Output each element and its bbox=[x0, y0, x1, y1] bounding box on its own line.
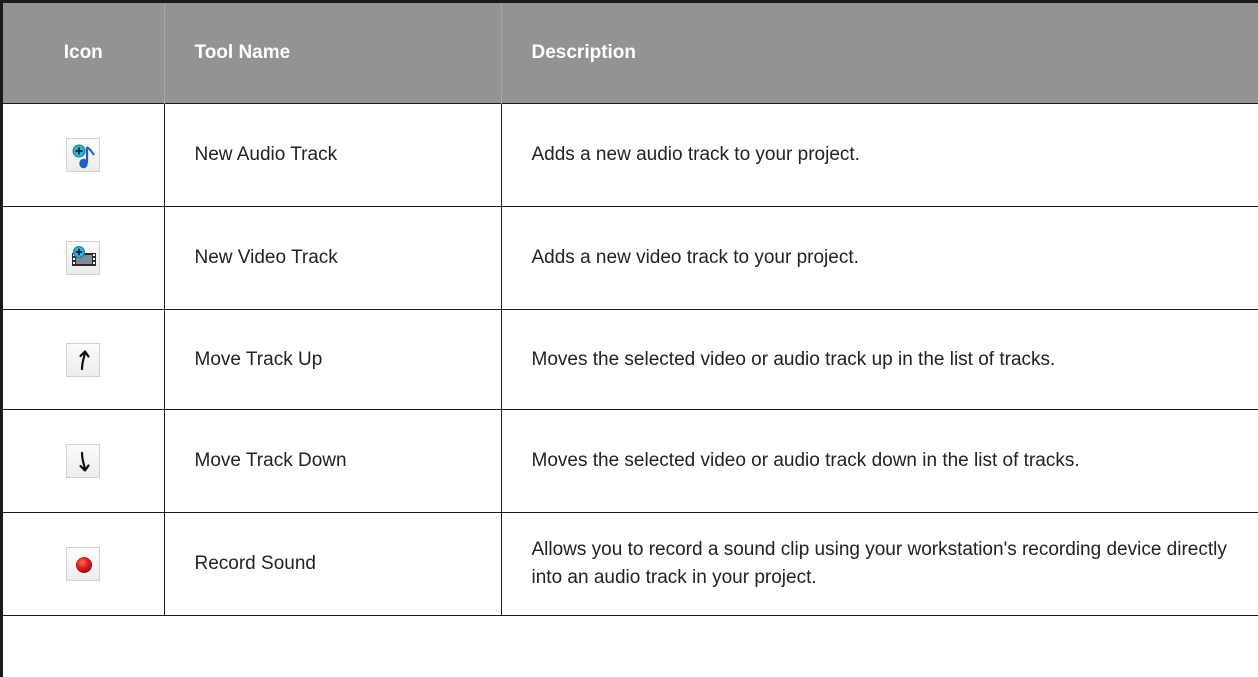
tool-table-frame: Icon Tool Name Description New Audio Tra… bbox=[0, 0, 1258, 677]
tool-name: New Audio Track bbox=[194, 144, 338, 165]
new-audio-track-icon bbox=[66, 138, 101, 172]
tool-description: Moves the selected video or audio track … bbox=[531, 348, 1056, 370]
record-sound-icon bbox=[66, 547, 101, 581]
tool-name: Move Track Up bbox=[194, 348, 323, 370]
tool-table: Icon Tool Name Description New Audio Tra… bbox=[3, 3, 1258, 616]
header-description: Description bbox=[501, 3, 1258, 104]
tool-description: Adds a new audio track to your project. bbox=[531, 144, 860, 165]
table-header-row: Icon Tool Name Description bbox=[3, 3, 1258, 104]
table-row: New Video Track Adds a new video track t… bbox=[3, 206, 1258, 310]
table-row: Move Track Up Moves the selected video o… bbox=[3, 309, 1258, 410]
header-tool-name: Tool Name bbox=[164, 3, 502, 104]
header-icon: Icon bbox=[3, 3, 165, 104]
tool-description: Moves the selected video or audio track … bbox=[531, 450, 1080, 471]
move-track-up-icon bbox=[66, 342, 101, 377]
tool-name: Move Track Down bbox=[194, 450, 347, 471]
new-video-track-icon bbox=[66, 241, 101, 275]
tool-name: New Video Track bbox=[194, 247, 338, 268]
table-row: Record Sound Allows you to record a soun… bbox=[3, 512, 1258, 616]
table-row: Move Track Down Moves the selected video… bbox=[3, 409, 1258, 513]
table-row: New Audio Track Adds a new audio track t… bbox=[3, 103, 1258, 207]
move-track-down-icon bbox=[66, 444, 101, 478]
tool-description: Adds a new video track to your project. bbox=[531, 247, 859, 268]
tool-name: Record Sound bbox=[194, 553, 316, 574]
tool-description: Allows you to record a sound clip using … bbox=[531, 539, 1227, 588]
